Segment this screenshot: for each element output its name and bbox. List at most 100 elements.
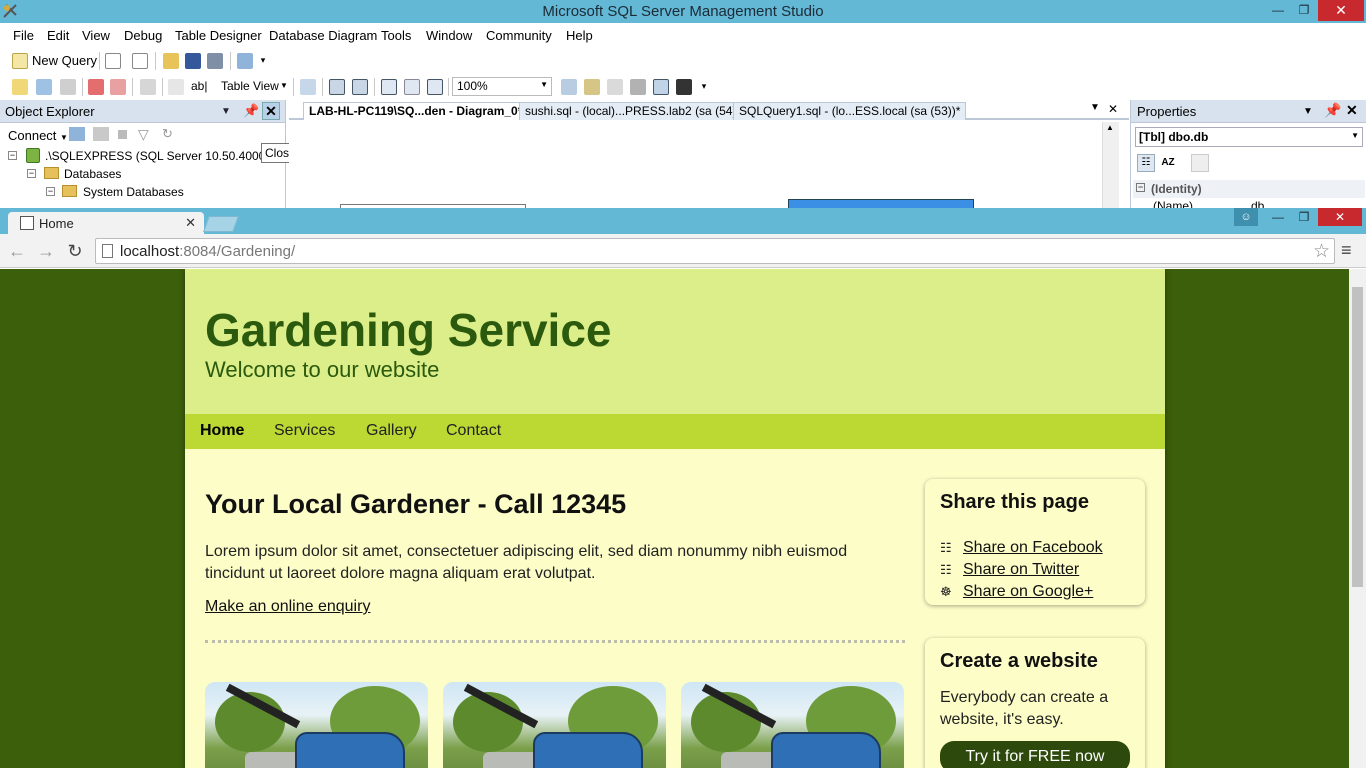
browser-tab-home[interactable]: Home ✕ — [8, 212, 204, 234]
address-bar[interactable]: localhost:8084/Gardening/ ☆ — [95, 238, 1335, 264]
view-page-breaks-icon[interactable] — [381, 79, 397, 95]
toolbar-overflow-icon[interactable]: ▾ — [258, 55, 268, 69]
browser-menu-icon[interactable]: ≡ — [1341, 240, 1357, 260]
new-text-annotation-button[interactable]: ab| — [191, 79, 207, 93]
forward-icon[interactable]: → — [35, 240, 57, 262]
filter-icon[interactable]: ▽ — [138, 127, 153, 141]
arrange-selection-icon[interactable] — [584, 79, 600, 95]
remove-from-diagram-icon[interactable] — [110, 79, 126, 95]
close-tab-icon[interactable]: ✕ — [185, 215, 196, 231]
close-panel-button[interactable]: ✕ — [262, 102, 280, 120]
properties-row[interactable]: (Name) db — [1133, 198, 1365, 208]
try-free-button[interactable]: Try it for FREE now — [940, 741, 1130, 768]
connect-object-explorer-icon[interactable] — [69, 127, 85, 141]
save-icon[interactable] — [185, 53, 201, 69]
menu-edit[interactable]: Edit — [47, 28, 69, 43]
keys-icon[interactable] — [676, 79, 692, 95]
browser-minimize-icon[interactable]: — — [1265, 208, 1291, 226]
panel-dropdown-icon[interactable]: ▼ — [1303, 106, 1313, 117]
minimize-icon[interactable]: — — [1264, 0, 1292, 21]
restore-icon[interactable]: ❐ — [1290, 0, 1318, 21]
recalculate-page-breaks-icon[interactable] — [404, 79, 420, 95]
tree-item-system-databases[interactable]: − System Databases — [0, 183, 285, 201]
tab-sqlquery1[interactable]: SQLQuery1.sql - (lo...ESS.local (sa (53)… — [733, 102, 967, 120]
show-relationship-labels-icon[interactable] — [300, 79, 316, 95]
menu-community[interactable]: Community — [486, 28, 552, 43]
categorized-icon[interactable]: ☷ — [1137, 154, 1155, 172]
nav-home[interactable]: Home — [200, 422, 244, 440]
share-googleplus[interactable]: ☸ Share on Google+ — [940, 583, 1093, 601]
open-file-icon[interactable] — [163, 53, 179, 69]
lawnmower-image[interactable] — [681, 682, 904, 768]
new-file-icon[interactable] — [105, 53, 121, 69]
manage-constraints-icon[interactable] — [352, 79, 368, 95]
stop-icon[interactable] — [118, 130, 127, 139]
menu-help[interactable]: Help — [566, 28, 593, 43]
add-related-tables-icon[interactable] — [60, 79, 76, 95]
close-window-button[interactable]: ✕ — [1318, 0, 1364, 21]
scroll-up-icon[interactable]: ▲ — [1106, 123, 1114, 132]
menu-file[interactable]: File — [13, 28, 34, 43]
table-view-dropdown[interactable]: Table View — [221, 79, 279, 93]
diagram-table-box-selected[interactable] — [788, 199, 974, 208]
tab-diagram[interactable]: LAB-HL-PC119\SQ...den - Diagram_0* — [303, 102, 529, 120]
new-tab-button[interactable] — [203, 216, 239, 232]
copy-diagram-icon[interactable] — [607, 79, 623, 95]
arrange-tables-icon[interactable] — [427, 79, 443, 95]
disconnect-icon[interactable] — [93, 127, 109, 141]
autosize-tables-icon[interactable] — [561, 79, 577, 95]
manage-indexes-icon[interactable] — [329, 79, 345, 95]
tree-item-server[interactable]: − .\SQLEXPRESS (SQL Server 10.50.4000 - … — [0, 147, 289, 165]
delete-table-icon[interactable] — [88, 79, 104, 95]
collapse-icon[interactable]: − — [27, 169, 36, 178]
nav-gallery[interactable]: Gallery — [366, 422, 417, 440]
menu-database-diagram[interactable]: Database Diagram — [269, 28, 377, 43]
share-twitter-link[interactable]: Share on Twitter — [963, 561, 1079, 578]
menu-table-designer[interactable]: Table Designer — [175, 28, 262, 43]
set-primary-key-icon[interactable] — [168, 79, 184, 95]
add-table-icon[interactable] — [36, 79, 52, 95]
properties-category[interactable]: − (Identity) — [1133, 180, 1365, 198]
scrollbar-thumb[interactable] — [1352, 287, 1363, 587]
diagram-scrollbar[interactable]: ▲ — [1102, 122, 1119, 208]
collapse-icon[interactable]: − — [1136, 183, 1145, 192]
share-twitter[interactable]: ☷ Share on Twitter — [940, 561, 1079, 579]
collapse-icon[interactable]: − — [46, 187, 55, 196]
share-facebook-link[interactable]: Share on Facebook — [963, 539, 1103, 556]
alphabetical-icon[interactable]: AZ — [1159, 154, 1177, 172]
new-query-button[interactable]: New Query — [32, 53, 97, 68]
close-panel-icon[interactable]: ✕ — [1346, 102, 1358, 119]
browser-restore-icon[interactable]: ❐ — [1291, 208, 1317, 226]
menu-tools[interactable]: Tools — [381, 28, 411, 43]
share-googleplus-link[interactable]: Share on Google+ — [963, 583, 1093, 600]
tree-item-databases[interactable]: − Databases — [0, 165, 285, 183]
zoom-select[interactable]: 100% ▼ — [452, 77, 552, 96]
pin-icon[interactable]: 📌 — [1324, 102, 1341, 119]
tab-sushi-sql[interactable]: sushi.sql - (local)...PRESS.lab2 (sa (54… — [519, 102, 747, 120]
show-table-icon[interactable] — [630, 79, 646, 95]
bookmark-star-icon[interactable]: ☆ — [1313, 240, 1330, 263]
activity-monitor-icon[interactable] — [237, 53, 253, 69]
pin-icon[interactable]: 📌 — [243, 103, 259, 119]
share-facebook[interactable]: ☷ Share on Facebook — [940, 539, 1103, 557]
toolbar-overflow-icon[interactable]: ▾ — [699, 81, 709, 95]
property-pages-icon[interactable] — [1191, 154, 1209, 172]
menu-view[interactable]: View — [82, 28, 110, 43]
online-enquiry-link[interactable]: Make an online enquiry — [205, 598, 370, 616]
reload-icon[interactable]: ↻ — [64, 240, 86, 262]
profile-icon[interactable]: ☺ — [1234, 208, 1258, 226]
back-icon[interactable]: ← — [6, 240, 28, 262]
generate-script-icon[interactable] — [140, 79, 156, 95]
column-names-icon[interactable] — [653, 79, 669, 95]
connect-button[interactable]: Connect ▼ — [8, 128, 68, 143]
nav-contact[interactable]: Contact — [446, 422, 501, 440]
collapse-icon[interactable]: − — [8, 151, 17, 160]
menu-debug[interactable]: Debug — [124, 28, 162, 43]
new-table-icon[interactable] — [12, 79, 28, 95]
browser-close-button[interactable]: ✕ — [1318, 208, 1362, 226]
menu-window[interactable]: Window — [426, 28, 472, 43]
new-project-icon[interactable] — [132, 53, 148, 69]
close-document-icon[interactable]: ✕ — [1108, 102, 1118, 116]
panel-dropdown-icon[interactable]: ▼ — [221, 106, 231, 117]
page-scrollbar[interactable] — [1349, 269, 1366, 768]
